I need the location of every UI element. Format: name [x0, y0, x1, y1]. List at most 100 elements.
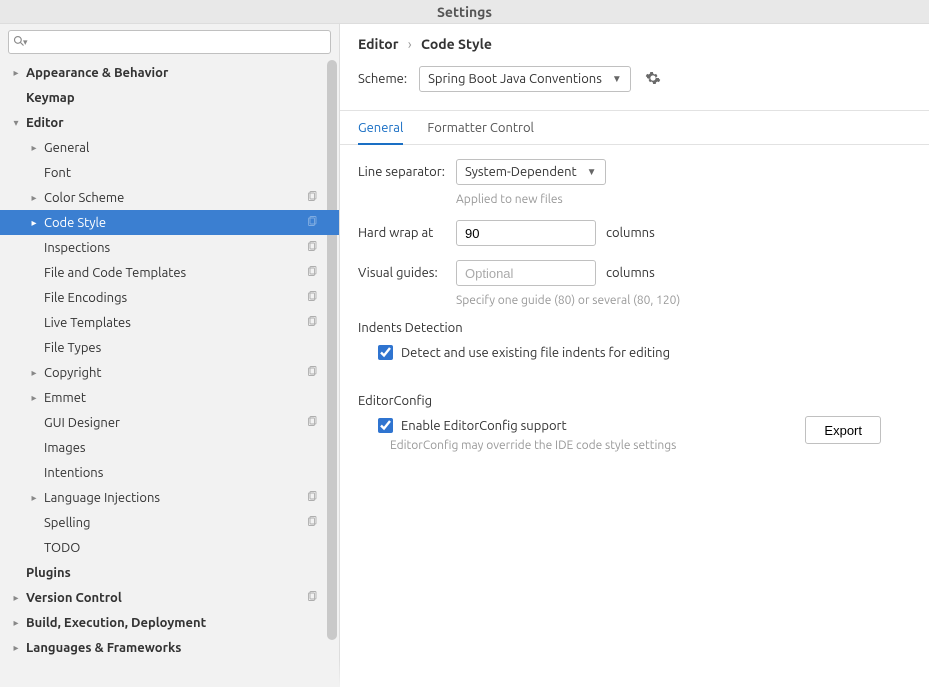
copy-icon [307, 215, 319, 230]
settings-sidebar: ▾ ▸Appearance & Behavior▸Keymap▾Editor▸G… [0, 24, 340, 687]
tree-node[interactable]: ▸Intentions [0, 460, 339, 485]
line-separator-hint: Applied to new files [456, 193, 909, 206]
search-dropdown-icon[interactable]: ▾ [23, 37, 28, 48]
tree-node-label: General [44, 141, 339, 155]
tree-node[interactable]: ▸Images [0, 435, 339, 460]
hard-wrap-input[interactable] [456, 220, 596, 246]
copy-icon [307, 415, 319, 430]
tree-node[interactable]: ▾Editor [0, 110, 339, 135]
copy-icon [307, 290, 319, 305]
tree-node-label: Color Scheme [44, 191, 307, 205]
hard-wrap-unit: columns [606, 226, 655, 240]
tree-node-label: Language Injections [44, 491, 307, 505]
tree-node[interactable]: ▸ Emmet [0, 385, 339, 410]
tree-node[interactable]: ▸ Color Scheme [0, 185, 339, 210]
chevron-right-icon[interactable]: ▸ [28, 492, 40, 504]
tree-node[interactable]: ▸ Language Injections [0, 485, 339, 510]
visual-guides-hint: Specify one guide (80) or several (80, 1… [456, 294, 909, 307]
tree-node-label: Version Control [26, 591, 307, 605]
chevron-right-icon[interactable]: ▸ [28, 392, 40, 404]
hard-wrap-label: Hard wrap at [358, 226, 456, 240]
tree-node-label: Live Templates [44, 316, 307, 330]
gear-icon[interactable] [645, 70, 661, 89]
copy-icon [307, 515, 319, 530]
visual-guides-input[interactable] [456, 260, 596, 286]
tree-node-label: GUI Designer [44, 416, 307, 430]
visual-guides-unit: columns [606, 266, 655, 280]
tree-node[interactable]: ▸Copyright [0, 360, 339, 385]
window-title: Settings [0, 0, 929, 24]
copy-icon [307, 315, 319, 330]
line-separator-value: System-Dependent [465, 165, 577, 179]
editorconfig-checkbox[interactable] [378, 418, 393, 433]
breadcrumb-separator: › [408, 36, 412, 52]
scheme-label: Scheme: [358, 72, 407, 86]
chevron-down-icon: ▼ [587, 166, 597, 178]
tree-node[interactable]: ▸Live Templates [0, 310, 339, 335]
copy-icon [307, 590, 319, 605]
visual-guides-label: Visual guides: [358, 266, 456, 280]
tree-node[interactable]: ▸ General [0, 135, 339, 160]
breadcrumb-root[interactable]: Editor [358, 36, 398, 52]
tree-node-label: Font [44, 166, 339, 180]
tree-node-label: Emmet [44, 391, 339, 405]
tree-node[interactable]: ▸ Code Style [0, 210, 339, 235]
detect-indents-checkbox[interactable] [378, 345, 393, 360]
chevron-down-icon: ▼ [612, 73, 622, 85]
tab-general[interactable]: General [358, 121, 403, 145]
chevron-right-icon[interactable]: ▸ [28, 217, 40, 229]
tree-node-label: Spelling [44, 516, 307, 530]
tree-node[interactable]: ▸File and Code Templates [0, 260, 339, 285]
chevron-right-icon[interactable]: ▸ [10, 592, 22, 604]
tree-node[interactable]: ▸Font [0, 160, 339, 185]
settings-tree: ▸Appearance & Behavior▸Keymap▾Editor▸Gen… [0, 60, 339, 687]
tabs: General Formatter Control [340, 111, 929, 145]
tree-node[interactable]: ▸Spelling [0, 510, 339, 535]
copy-icon [307, 265, 319, 280]
tree-node[interactable]: ▸GUI Designer [0, 410, 339, 435]
breadcrumb: Editor › Code Style [358, 36, 909, 52]
scheme-select[interactable]: Spring Boot Java Conventions ▼ [419, 66, 631, 92]
tree-node-label: Appearance & Behavior [26, 66, 339, 80]
tree-node[interactable]: ▸File Encodings [0, 285, 339, 310]
editorconfig-title: EditorConfig [358, 394, 909, 408]
line-separator-label: Line separator: [358, 165, 456, 179]
copy-icon [307, 240, 319, 255]
copy-icon [307, 490, 319, 505]
breadcrumb-leaf: Code Style [421, 36, 492, 52]
tree-node-label: Inspections [44, 241, 307, 255]
tree-node-label: Keymap [26, 91, 339, 105]
chevron-right-icon[interactable]: ▸ [28, 142, 40, 154]
tree-node[interactable]: ▸Plugins [0, 560, 339, 585]
tab-formatter-control[interactable]: Formatter Control [427, 121, 534, 144]
tree-node[interactable]: ▸Build, Execution, Deployment [0, 610, 339, 635]
indents-detection-title: Indents Detection [358, 321, 909, 335]
line-separator-select[interactable]: System-Dependent ▼ [456, 159, 606, 185]
tree-node[interactable]: ▸TODO [0, 535, 339, 560]
editorconfig-label: Enable EditorConfig support [401, 419, 567, 433]
tree-node[interactable]: ▸Inspections [0, 235, 339, 260]
search-box[interactable]: ▾ [8, 30, 331, 54]
chevron-right-icon[interactable]: ▸ [10, 617, 22, 629]
tree-node-label: File Encodings [44, 291, 307, 305]
tree-node[interactable]: ▸Languages & Frameworks [0, 635, 339, 660]
tree-node[interactable]: ▸File Types [0, 335, 339, 360]
chevron-right-icon[interactable]: ▸ [28, 192, 40, 204]
tree-node-label: File Types [44, 341, 339, 355]
content-pane: Editor › Code Style Scheme: Spring Boot … [340, 24, 929, 687]
tree-node[interactable]: ▸ Version Control [0, 585, 339, 610]
export-button[interactable]: Export [805, 416, 881, 444]
tree-node[interactable]: ▸ Appearance & Behavior [0, 60, 339, 85]
chevron-right-icon[interactable]: ▸ [28, 367, 40, 379]
chevron-down-icon[interactable]: ▾ [10, 117, 22, 129]
tree-node-label: Code Style [44, 216, 307, 230]
tree-node-label: TODO [44, 541, 339, 555]
tree-node-label: Images [44, 441, 339, 455]
search-input[interactable] [32, 35, 326, 50]
chevron-right-icon[interactable]: ▸ [10, 67, 22, 79]
tree-node-label: Intentions [44, 466, 339, 480]
tree-node[interactable]: ▸Keymap [0, 85, 339, 110]
detect-indents-label: Detect and use existing file indents for… [401, 346, 670, 360]
tree-node-label: Plugins [26, 566, 339, 580]
chevron-right-icon[interactable]: ▸ [10, 642, 22, 654]
